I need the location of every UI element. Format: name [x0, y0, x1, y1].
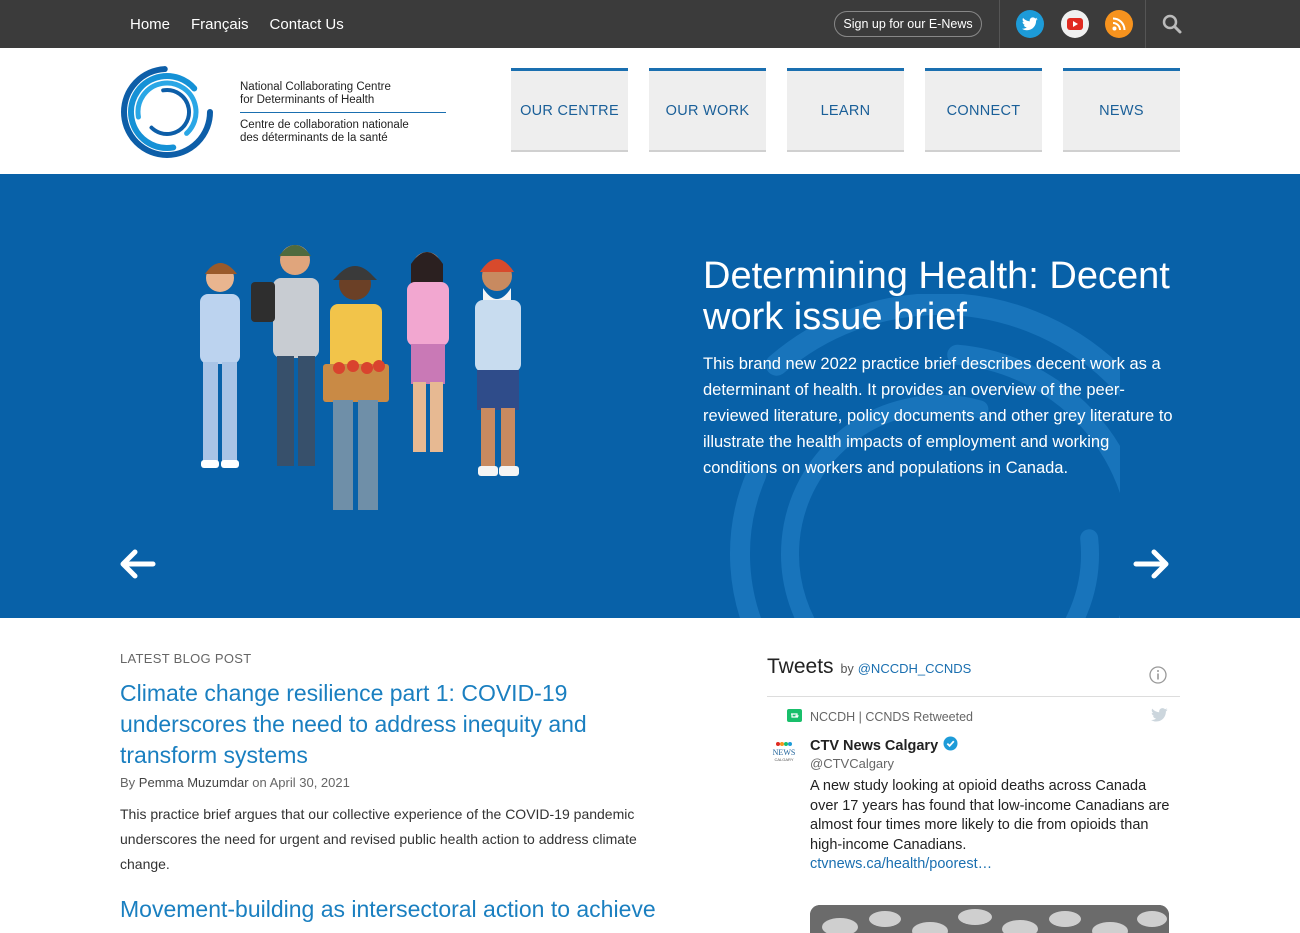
tweet-body: A new study looking at opioid deaths acr…	[810, 777, 1175, 875]
tweet-media-image[interactable]	[810, 905, 1169, 933]
top-bar: Home Français Contact Us Sign up for our…	[0, 0, 1300, 48]
youtube-icon[interactable]	[1061, 10, 1089, 38]
retweet-line: NCCDH | CCNDS Retweeted	[787, 709, 973, 725]
hero-carousel: Determining Health: Decent work issue br…	[0, 174, 1300, 618]
blog-excerpt: This practice brief argues that our coll…	[120, 806, 637, 872]
nav-our-centre[interactable]: OUR CENTRE	[511, 68, 628, 152]
info-icon[interactable]	[1149, 666, 1167, 689]
blog-author: Pemma Muzumdar	[138, 775, 249, 790]
enews-signup-button[interactable]: Sign up for our E-News	[834, 11, 982, 37]
next-blog-post-title-link[interactable]: Movement-building as intersectoral actio…	[120, 894, 700, 925]
search-icon[interactable]	[1160, 12, 1184, 36]
avatar-calgary-text: CALGARY	[774, 757, 793, 762]
site-header: National Collaborating Centre for Determ…	[0, 48, 1300, 174]
nccdh-logo-icon[interactable]	[120, 65, 214, 159]
meta-by: By	[120, 775, 136, 790]
main-nav: OUR CENTRE OUR WORK LEARN CONNECT NEWS	[511, 68, 1180, 152]
logo-wordmark[interactable]: National Collaborating Centre for Determ…	[240, 81, 446, 145]
retweet-label: NCCDH | CCNDS Retweeted	[810, 710, 974, 724]
workers-illustration	[200, 245, 521, 510]
carousel-next-arrow-icon[interactable]	[1132, 544, 1172, 584]
latest-blog-label: LATEST BLOG POST	[120, 651, 252, 666]
retweet-icon	[787, 709, 802, 725]
logo-fr-line2: des déterminants de la santé	[240, 132, 388, 144]
nav-contact-link[interactable]: Contact Us	[270, 16, 344, 33]
logo-rule	[240, 112, 446, 113]
blog-post-title-link[interactable]: Climate change resilience part 1: COVID-…	[120, 678, 650, 771]
twitter-widget-header: Tweets by @NCCDH_CCNDS	[767, 655, 1180, 697]
nav-news[interactable]: NEWS	[1063, 68, 1180, 152]
tweet-author-handle[interactable]: @CTVCalgary	[810, 756, 894, 771]
blog-post-meta: By Pemma Muzumdar on April 30, 2021	[120, 775, 350, 790]
nav-connect[interactable]: CONNECT	[925, 68, 1042, 152]
logo-en-line2: for Determinants of Health	[240, 94, 375, 106]
verified-badge-icon	[943, 736, 958, 755]
twitter-icon[interactable]	[1016, 10, 1044, 38]
utility-nav: Home Français Contact Us	[130, 0, 344, 48]
blog-date: April 30, 2021	[269, 775, 350, 790]
carousel-prev-arrow-icon[interactable]	[117, 544, 157, 584]
nav-learn[interactable]: LEARN	[787, 68, 904, 152]
tweet-link[interactable]: ctvnews.ca/health/poorest…	[810, 856, 992, 872]
twitter-widget: Tweets by @NCCDH_CCNDS NCCDH | CCNDS Ret…	[767, 655, 1180, 933]
hero-title[interactable]: Determining Health: Decent work issue br…	[703, 256, 1193, 338]
tweets-title: Tweets	[767, 655, 834, 678]
divider	[1145, 0, 1146, 48]
ctv-news-avatar[interactable]: NEWS CALGARY	[769, 741, 799, 763]
nav-home-link[interactable]: Home	[130, 16, 170, 33]
twitter-bird-icon[interactable]	[1151, 708, 1168, 727]
rss-icon[interactable]	[1105, 10, 1133, 38]
nav-francais-link[interactable]: Français	[191, 16, 249, 33]
tweet-author-name-text: CTV News Calgary	[810, 737, 939, 754]
tweets-by: by	[840, 662, 854, 676]
tweet-author-name[interactable]: CTV News Calgary	[810, 736, 958, 755]
meta-on: on	[252, 775, 267, 790]
tweet-text: A new study looking at opioid deaths acr…	[810, 778, 1170, 853]
nav-our-work[interactable]: OUR WORK	[649, 68, 766, 152]
logo-fr-line1: Centre de collaboration nationale	[240, 119, 409, 131]
hero-description: This brand new 2022 practice brief descr…	[703, 355, 1173, 477]
tweets-handle-link[interactable]: @NCCDH_CCNDS	[858, 661, 972, 676]
divider	[999, 0, 1000, 48]
avatar-news-text: NEWS	[773, 748, 796, 757]
logo-en-line1: National Collaborating Centre	[240, 81, 391, 93]
